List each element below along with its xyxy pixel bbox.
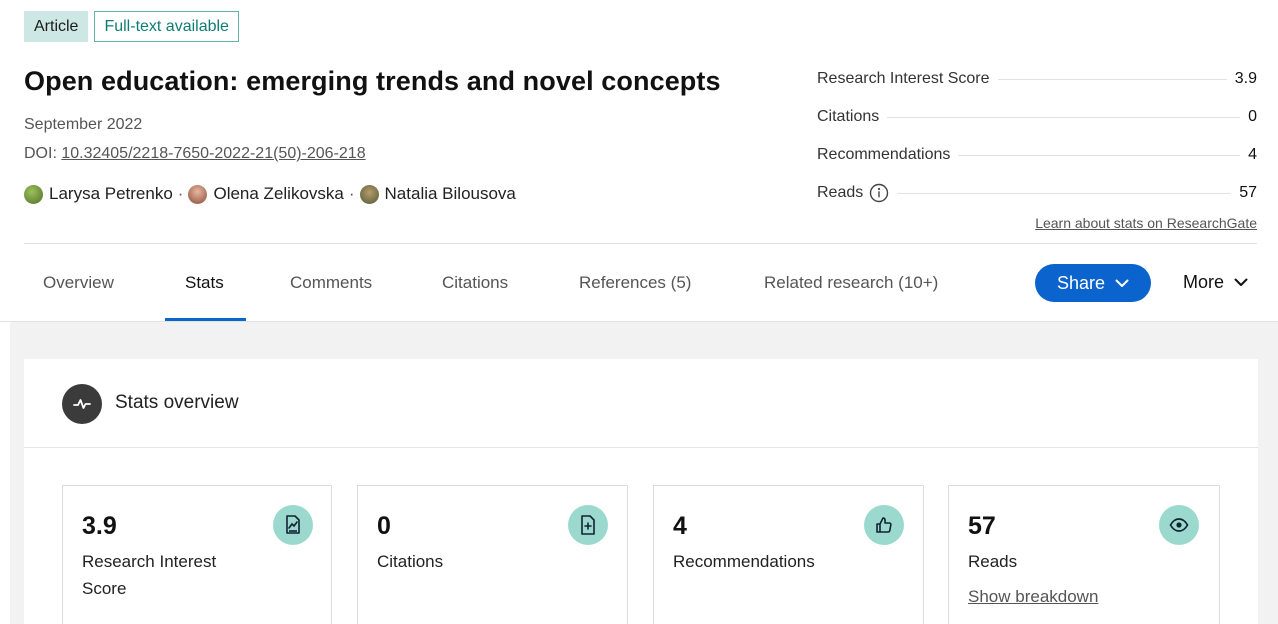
panel-header: Stats overview bbox=[24, 359, 1258, 448]
author-item[interactable]: Olena Zelikovska bbox=[188, 184, 344, 204]
publication-header: Article Full-text available Open educati… bbox=[0, 0, 1278, 322]
stat-value: 57 bbox=[1231, 184, 1257, 202]
card-label: Recommendations bbox=[673, 552, 815, 571]
eye-icon bbox=[1159, 505, 1199, 545]
fulltext-badge[interactable]: Full-text available bbox=[94, 11, 239, 42]
info-icon[interactable] bbox=[869, 183, 889, 203]
doi-line: DOI: 10.32405/2218-7650-2022-21(50)-206-… bbox=[24, 145, 366, 163]
author-avatar bbox=[24, 184, 43, 204]
author-name[interactable]: Larysa Petrenko bbox=[49, 184, 173, 204]
panel-title: Stats overview bbox=[115, 392, 239, 413]
stat-card-recommendations: 4 Recommendations bbox=[653, 485, 924, 624]
article-type-badge: Article bbox=[24, 11, 89, 42]
badge-group: Article Full-text available bbox=[24, 11, 239, 42]
stat-card-research-interest: 3.9 Research Interest Score bbox=[62, 485, 332, 624]
card-label: Citations bbox=[377, 552, 444, 571]
stat-row-research-interest: Research Interest Score 3.9 bbox=[817, 60, 1257, 98]
share-button[interactable]: Share bbox=[1035, 264, 1151, 302]
more-button[interactable]: More bbox=[1183, 272, 1248, 293]
tab-stats[interactable]: Stats bbox=[185, 244, 224, 322]
stat-leader-line bbox=[958, 154, 1241, 156]
author-name[interactable]: Natalia Bilousova bbox=[385, 184, 516, 204]
stat-value: 0 bbox=[1240, 108, 1257, 126]
chevron-down-icon bbox=[1115, 279, 1129, 287]
active-tab-indicator bbox=[165, 318, 246, 321]
tab-overview[interactable]: Overview bbox=[43, 244, 114, 322]
author-avatar bbox=[359, 184, 379, 204]
author-separator: · bbox=[177, 184, 184, 203]
tab-references[interactable]: References (5) bbox=[579, 244, 691, 322]
citation-document-icon bbox=[568, 505, 608, 545]
show-breakdown-link[interactable]: Show breakdown bbox=[968, 587, 1098, 607]
stat-label: Research Interest Score bbox=[817, 70, 998, 88]
stat-row-citations: Citations 0 bbox=[817, 98, 1257, 136]
stat-label: Reads bbox=[817, 184, 864, 201]
card-value: 4 bbox=[673, 512, 687, 540]
stat-card-reads: 57 Reads Show breakdown bbox=[948, 485, 1220, 624]
stat-card-citations: 0 Citations bbox=[357, 485, 628, 624]
stat-row-reads: Reads 57 bbox=[817, 174, 1257, 212]
author-list: Larysa Petrenko · Olena Zelikovska · Nat… bbox=[24, 184, 516, 204]
stat-value: 3.9 bbox=[1226, 70, 1257, 88]
stat-leader-line bbox=[887, 116, 1241, 118]
author-separator: · bbox=[348, 184, 355, 203]
learn-stats-link[interactable]: Learn about stats on ResearchGate bbox=[1035, 215, 1257, 231]
card-label: Research Interest Score bbox=[82, 552, 217, 598]
card-value: 3.9 bbox=[82, 512, 117, 540]
card-value: 0 bbox=[377, 512, 391, 540]
author-name[interactable]: Olena Zelikovska bbox=[213, 184, 343, 204]
stats-summary: Research Interest Score 3.9 Citations 0 … bbox=[817, 60, 1257, 212]
card-value: 57 bbox=[968, 512, 996, 540]
stat-label: Citations bbox=[817, 108, 888, 126]
thumbs-up-icon bbox=[864, 505, 904, 545]
more-label: More bbox=[1183, 272, 1225, 292]
stat-leader-line bbox=[997, 78, 1227, 80]
tab-related-research[interactable]: Related research (10+) bbox=[764, 244, 938, 322]
publication-title: Open education: emerging trends and nove… bbox=[24, 66, 721, 96]
author-avatar bbox=[188, 184, 208, 204]
publication-date: September 2022 bbox=[24, 116, 143, 133]
stat-label: Recommendations bbox=[817, 146, 959, 164]
chevron-down-icon bbox=[1234, 278, 1248, 286]
activity-icon bbox=[62, 384, 102, 424]
tab-comments[interactable]: Comments bbox=[290, 244, 372, 322]
author-item[interactable]: Larysa Petrenko bbox=[24, 184, 173, 204]
doi-label: DOI: bbox=[24, 145, 57, 162]
stat-label-wrap: Reads bbox=[817, 183, 898, 203]
stat-row-recommendations: Recommendations 4 bbox=[817, 136, 1257, 174]
share-label: Share bbox=[1056, 272, 1106, 293]
stat-value: 4 bbox=[1240, 146, 1257, 164]
card-label: Reads bbox=[968, 552, 1018, 571]
stat-leader-line bbox=[897, 192, 1232, 194]
tab-citations[interactable]: Citations bbox=[442, 244, 508, 322]
doi-link[interactable]: 10.32405/2218-7650-2022-21(50)-206-218 bbox=[61, 145, 365, 162]
research-score-icon bbox=[273, 505, 313, 545]
author-item[interactable]: Natalia Bilousova bbox=[359, 184, 516, 204]
